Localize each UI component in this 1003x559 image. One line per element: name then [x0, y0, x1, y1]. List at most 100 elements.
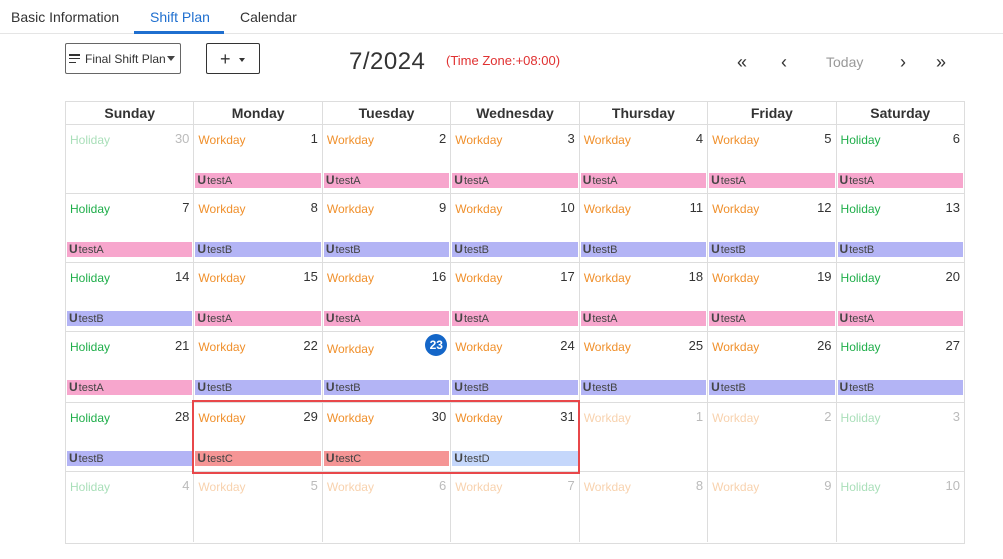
day-type-label: Workday — [326, 133, 374, 147]
day-cell[interactable]: Workday 5 UtestA — [708, 125, 837, 193]
day-cell[interactable]: Workday 11 UtestB — [580, 194, 709, 262]
shift-bar[interactable]: UtestA — [580, 311, 707, 326]
shift-bar[interactable]: UtestA — [452, 173, 578, 188]
day-cell[interactable]: Workday 24 UtestB — [451, 332, 580, 402]
tab-shift-plan[interactable]: Shift Plan — [150, 9, 210, 25]
shift-bar[interactable]: UtestA — [452, 311, 578, 326]
day-number: 9 — [439, 200, 447, 215]
shift-name: testA — [78, 382, 104, 394]
day-number: 9 — [824, 478, 832, 493]
day-cell[interactable]: Workday 6 — [323, 472, 452, 542]
shift-bar[interactable]: UtestB — [323, 380, 450, 395]
shift-bar[interactable]: UtestA — [323, 311, 450, 326]
day-cell[interactable]: Workday 8 UtestB — [194, 194, 323, 262]
shift-bar[interactable]: UtestB — [195, 242, 321, 257]
shift-bar[interactable]: UtestA — [709, 173, 835, 188]
shift-bar[interactable]: UtestB — [709, 242, 835, 257]
day-number: 4 — [695, 131, 704, 146]
shift-bar[interactable]: UtestD — [452, 451, 578, 466]
tab-basic-information[interactable]: Basic Information — [11, 9, 119, 25]
day-cell[interactable]: Workday 19 UtestA — [708, 263, 837, 331]
shift-bar[interactable]: UtestA — [837, 311, 963, 326]
shift-bar[interactable]: UtestC — [195, 451, 321, 466]
shift-bar[interactable]: UtestB — [67, 451, 193, 466]
day-cell[interactable]: Workday 9 UtestB — [323, 194, 452, 262]
day-cell[interactable]: Holiday 20 UtestA — [837, 263, 964, 331]
day-cell[interactable]: Workday 3 UtestA — [451, 125, 580, 193]
day-cell[interactable]: Holiday 14 UtestB — [66, 263, 195, 331]
day-cell[interactable]: Holiday 13 UtestB — [837, 194, 964, 262]
shift-bar[interactable]: UtestB — [452, 380, 578, 395]
shift-plan-select[interactable]: Final Shift Plan — [65, 43, 181, 74]
shift-bar[interactable]: UtestA — [195, 311, 321, 326]
shift-bar[interactable]: UtestB — [580, 242, 707, 257]
list-icon — [69, 54, 80, 63]
day-cell[interactable]: Workday 15 UtestA — [194, 263, 323, 331]
shift-bar[interactable]: UtestB — [580, 380, 707, 395]
today-button[interactable]: Today — [826, 54, 863, 70]
day-cell[interactable]: Workday 18 UtestA — [580, 263, 709, 331]
day-cell[interactable]: Holiday 28 UtestB — [66, 403, 195, 471]
day-type-label: Holiday — [840, 133, 881, 147]
day-cell[interactable]: Holiday 4 — [66, 472, 195, 542]
day-type-label: Workday — [326, 202, 374, 216]
day-cell[interactable]: Holiday 3 — [837, 403, 964, 471]
day-cell[interactable]: Workday 2 UtestA — [323, 125, 452, 193]
day-cell[interactable]: Workday 17 UtestA — [451, 263, 580, 331]
shift-prefix: U — [69, 242, 78, 256]
shift-bar[interactable]: UtestA — [837, 173, 963, 188]
shift-bar[interactable]: UtestA — [323, 173, 450, 188]
prev-month-icon[interactable]: ‹ — [781, 52, 787, 72]
shift-name: testA — [78, 244, 104, 256]
shift-bar[interactable]: UtestB — [837, 380, 963, 395]
day-cell[interactable]: Workday 1 — [580, 403, 709, 471]
day-cell[interactable]: Workday 4 UtestA — [580, 125, 709, 193]
shift-bar[interactable]: UtestB — [837, 242, 963, 257]
day-cell[interactable]: Workday 2 — [708, 403, 837, 471]
day-cell[interactable]: Workday 1 UtestA — [194, 125, 323, 193]
day-cell[interactable]: Workday 26 UtestB — [708, 332, 837, 402]
add-dropdown-button[interactable]: + — [206, 43, 260, 74]
last-page-icon[interactable]: » — [936, 52, 946, 72]
day-cell[interactable]: Workday 7 — [451, 472, 580, 542]
shift-bar[interactable]: UtestA — [67, 242, 193, 257]
day-cell[interactable]: Workday 29 UtestC — [194, 403, 323, 471]
day-cell[interactable]: Workday 5 — [194, 472, 323, 542]
shift-bar[interactable]: UtestC — [323, 451, 450, 466]
day-cell[interactable]: Workday 25 UtestB — [580, 332, 709, 402]
day-cell[interactable]: Workday 12 UtestB — [708, 194, 837, 262]
day-cell[interactable]: Holiday 7 UtestA — [66, 194, 195, 262]
shift-bar[interactable]: UtestB — [67, 311, 193, 326]
day-cell[interactable]: Holiday 27 UtestB — [837, 332, 964, 402]
tab-calendar[interactable]: Calendar — [240, 9, 297, 25]
day-cell[interactable]: Workday 16 UtestA — [323, 263, 452, 331]
shift-prefix: U — [839, 242, 849, 256]
shift-prefix: U — [582, 242, 592, 256]
day-cell[interactable]: Workday 23 UtestB — [323, 332, 452, 402]
weekday-header: Sunday Monday Tuesday Wednesday Thursday… — [66, 102, 964, 125]
day-type-label: Holiday — [840, 411, 881, 425]
day-cell[interactable]: Workday 22 UtestB — [194, 332, 323, 402]
week-row: Holiday 4 Workday 5 Workday 6 Workday 7 Workday 8… — [66, 472, 964, 542]
next-month-icon[interactable]: › — [900, 52, 906, 72]
day-cell[interactable]: Workday 8 — [580, 472, 709, 542]
day-cell[interactable]: Workday 31 UtestD — [451, 403, 580, 471]
first-page-icon[interactable]: « — [737, 52, 747, 72]
shift-bar[interactable]: UtestA — [67, 380, 193, 395]
day-cell[interactable]: Holiday 21 UtestA — [66, 332, 195, 402]
day-cell[interactable]: Holiday 6 UtestA — [837, 125, 964, 193]
shift-bar[interactable]: UtestB — [195, 380, 321, 395]
shift-bar[interactable]: UtestA — [709, 311, 835, 326]
shift-bar[interactable]: UtestA — [195, 173, 321, 188]
day-cell[interactable]: Holiday 10 — [837, 472, 964, 542]
shift-bar[interactable]: UtestB — [323, 242, 450, 257]
day-cell[interactable]: Workday 9 — [708, 472, 837, 542]
shift-bar[interactable]: UtestA — [580, 173, 707, 188]
day-number: 13 — [945, 200, 960, 215]
day-cell[interactable]: Workday 30 UtestC — [323, 403, 452, 471]
shift-bar[interactable]: UtestB — [452, 242, 578, 257]
day-cell[interactable]: Workday 10 UtestB — [451, 194, 580, 262]
day-number: 2 — [824, 409, 832, 424]
day-cell[interactable]: Holiday 30 — [66, 125, 195, 193]
shift-bar[interactable]: UtestB — [709, 380, 835, 395]
